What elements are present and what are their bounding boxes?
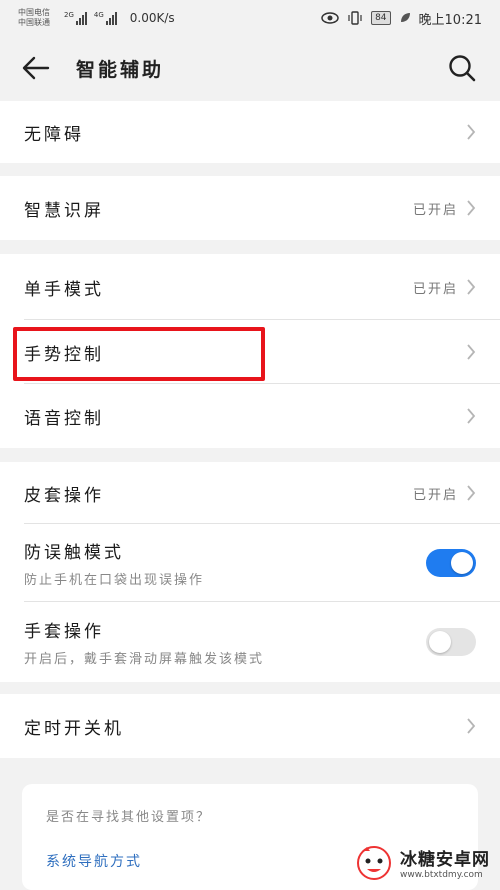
settings-group-smart-screen: 智慧识屏 已开启 (0, 176, 500, 240)
eye-icon (321, 12, 339, 24)
chevron-right-icon (467, 408, 476, 424)
arrow-left-icon (22, 56, 50, 80)
signal-icon: 4G (94, 11, 118, 25)
chevron-right-icon (467, 344, 476, 360)
row-gesture-control[interactable]: 手势控制 (0, 320, 500, 384)
settings-group-accessibility: 无障碍 (0, 101, 500, 163)
app-bar: 智能辅助 (0, 36, 500, 100)
row-label: 手势控制 (24, 344, 104, 365)
row-cover-operation[interactable]: 皮套操作 已开启 (0, 462, 500, 524)
watermark-title: 冰糖安卓网 (400, 849, 490, 870)
status-text: 已开启 (412, 487, 458, 503)
battery-icon: 84 (371, 11, 391, 25)
watermark-url: www.btxtdmy.com (400, 869, 483, 880)
carrier-1: 中国电信 (18, 8, 50, 17)
glove-mode-toggle[interactable] (426, 628, 476, 656)
row-label: 语音控制 (24, 408, 104, 429)
row-label: 皮套操作 (24, 485, 104, 506)
toggle-knob (451, 552, 473, 574)
search-button[interactable] (446, 52, 478, 84)
settings-group-case: 皮套操作 已开启 防误触模式 防止手机在口袋出现误操作 手套操作 开启后，戴手套… (0, 462, 500, 682)
row-label: 防误触模式 (24, 543, 124, 563)
row-glove-mode[interactable]: 手套操作 开启后，戴手套滑动屏幕触发该模式 (0, 602, 500, 682)
status-text: 已开启 (412, 281, 458, 297)
settings-group-schedule: 定时开关机 (0, 694, 500, 758)
network-speed: 0.00K/s (129, 11, 175, 25)
vibrate-icon (348, 11, 362, 25)
chevron-right-icon (467, 124, 476, 140)
chevron-right-icon (467, 279, 476, 295)
row-subtitle: 开启后，戴手套滑动屏幕触发该模式 (24, 652, 265, 667)
status-bar: 中国电信 中国联通 2G 4G 0.00K/s 84 晚上10:21 (0, 0, 500, 36)
back-button[interactable] (0, 36, 76, 100)
signal-icon: 2G (64, 11, 88, 25)
row-smart-screen[interactable]: 智慧识屏 已开启 (0, 176, 500, 240)
chevron-right-icon (467, 200, 476, 216)
status-text: 已开启 (412, 202, 458, 218)
settings-group-control: 单手模式 已开启 手势控制 语音控制 (0, 254, 500, 448)
chevron-right-icon (467, 485, 476, 501)
anti-mistouch-toggle[interactable] (426, 549, 476, 577)
toggle-knob (429, 631, 451, 653)
page-title: 智能辅助 (76, 58, 165, 81)
row-voice-control[interactable]: 语音控制 (0, 384, 500, 448)
row-label: 手套操作 (24, 622, 104, 642)
row-label: 单手模式 (24, 279, 104, 300)
row-scheduled-power[interactable]: 定时开关机 (0, 694, 500, 758)
row-label: 智慧识屏 (24, 200, 104, 221)
carrier-2: 中国联通 (18, 18, 50, 27)
watermark: 冰糖安卓网 www.btxtdmy.com (354, 842, 490, 882)
row-one-hand-mode[interactable]: 单手模式 已开启 (0, 254, 500, 320)
row-subtitle: 防止手机在口袋出现误操作 (24, 573, 205, 588)
clock: 晚上10:21 (418, 12, 482, 28)
row-label: 无障碍 (24, 124, 84, 145)
chevron-right-icon (467, 718, 476, 734)
suggestion-question: 是否在寻找其他设置项？ (46, 810, 212, 825)
row-label: 定时开关机 (24, 718, 124, 739)
row-accessibility[interactable]: 无障碍 (0, 101, 500, 163)
row-anti-mistouch[interactable]: 防误触模式 防止手机在口袋出现误操作 (0, 524, 500, 602)
mascot-logo-icon (357, 846, 391, 880)
leaf-icon (400, 13, 410, 22)
search-icon (449, 55, 476, 82)
carrier-names: 中国电信 中国联通 (18, 8, 64, 28)
